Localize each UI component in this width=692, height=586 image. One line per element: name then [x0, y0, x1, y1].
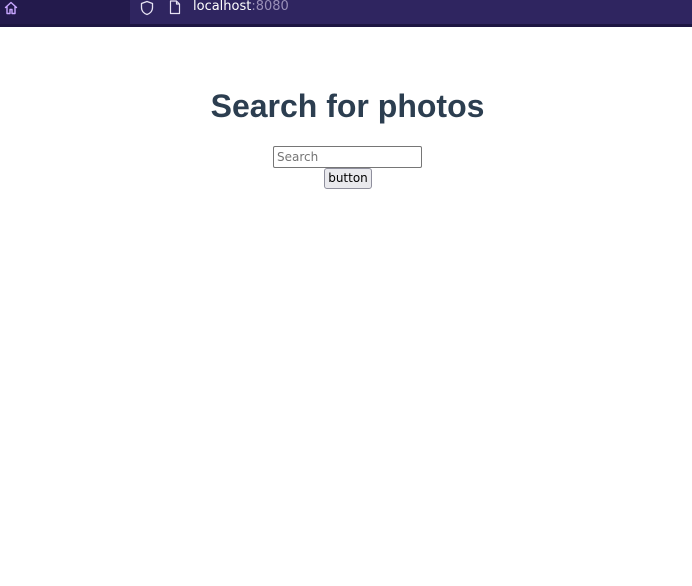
- url-port: :8080: [251, 0, 289, 14]
- url-host: localhost: [193, 0, 252, 14]
- page-title: Search for photos: [210, 88, 485, 124]
- browser-home-area: [0, 0, 130, 24]
- search-input[interactable]: [273, 146, 422, 168]
- home-icon[interactable]: [3, 0, 19, 16]
- address-bar[interactable]: localhost:8080: [130, 0, 692, 24]
- browser-toolbar: localhost:8080: [0, 0, 692, 27]
- shield-icon[interactable]: [139, 0, 155, 16]
- search-button[interactable]: button: [324, 168, 372, 189]
- page-content: Search for photos button: [0, 30, 692, 586]
- url-text[interactable]: localhost:8080: [193, 0, 289, 15]
- page-icon: [168, 0, 182, 15]
